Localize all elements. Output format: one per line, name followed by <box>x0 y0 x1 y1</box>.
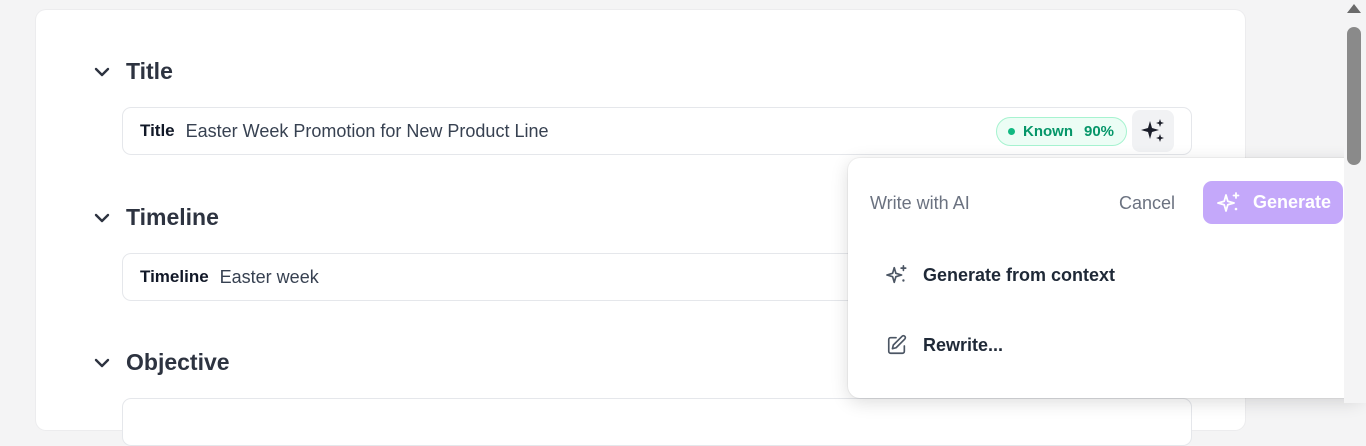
chevron-down-icon <box>92 208 112 228</box>
chevron-down-icon <box>92 62 112 82</box>
field-value[interactable]: Easter week <box>220 267 319 288</box>
sparkles-icon <box>1217 191 1240 212</box>
ai-assist-button[interactable] <box>1132 110 1174 152</box>
cancel-button[interactable]: Cancel <box>1119 193 1175 214</box>
sparkles-icon <box>1141 119 1164 142</box>
section-toggle-timeline[interactable]: Timeline <box>92 204 219 231</box>
menu-item-rewrite[interactable]: Rewrite... <box>886 334 1003 356</box>
popover-title: Write with AI <box>870 193 970 213</box>
badge-percent: 90% <box>1084 123 1115 140</box>
sparkles-icon <box>886 265 907 284</box>
status-dot-icon <box>1008 128 1015 135</box>
generate-button[interactable]: Generate <box>1203 181 1343 224</box>
badge-label: Known <box>1023 123 1073 140</box>
scroll-up-arrow-icon[interactable] <box>1347 4 1361 13</box>
field-label: Title <box>140 121 175 140</box>
section-toggle-objective[interactable]: Objective <box>92 349 230 376</box>
section-toggle-title[interactable]: Title <box>92 58 173 85</box>
write-with-ai-popover: Write with AI Cancel Generate Generate f… <box>848 158 1364 398</box>
confidence-badge: Known 90% <box>996 117 1128 146</box>
objective-field[interactable] <box>122 398 1192 446</box>
menu-item-generate-from-context[interactable]: Generate from context <box>886 264 1115 286</box>
menu-item-label: Rewrite... <box>923 334 1004 355</box>
generate-label: Generate <box>1253 192 1332 212</box>
section-heading: Timeline <box>126 204 219 230</box>
title-field[interactable]: Title Easter Week Promotion for New Prod… <box>122 107 1192 155</box>
section-heading: Objective <box>126 349 230 375</box>
field-value[interactable]: Easter Week Promotion for New Product Li… <box>186 121 549 142</box>
menu-item-label: Generate from context <box>923 264 1116 285</box>
field-label: Timeline <box>140 267 209 286</box>
scrollbar-thumb[interactable] <box>1347 27 1361 165</box>
edit-icon <box>887 334 907 355</box>
section-heading: Title <box>126 58 173 84</box>
chevron-down-icon <box>92 353 112 373</box>
